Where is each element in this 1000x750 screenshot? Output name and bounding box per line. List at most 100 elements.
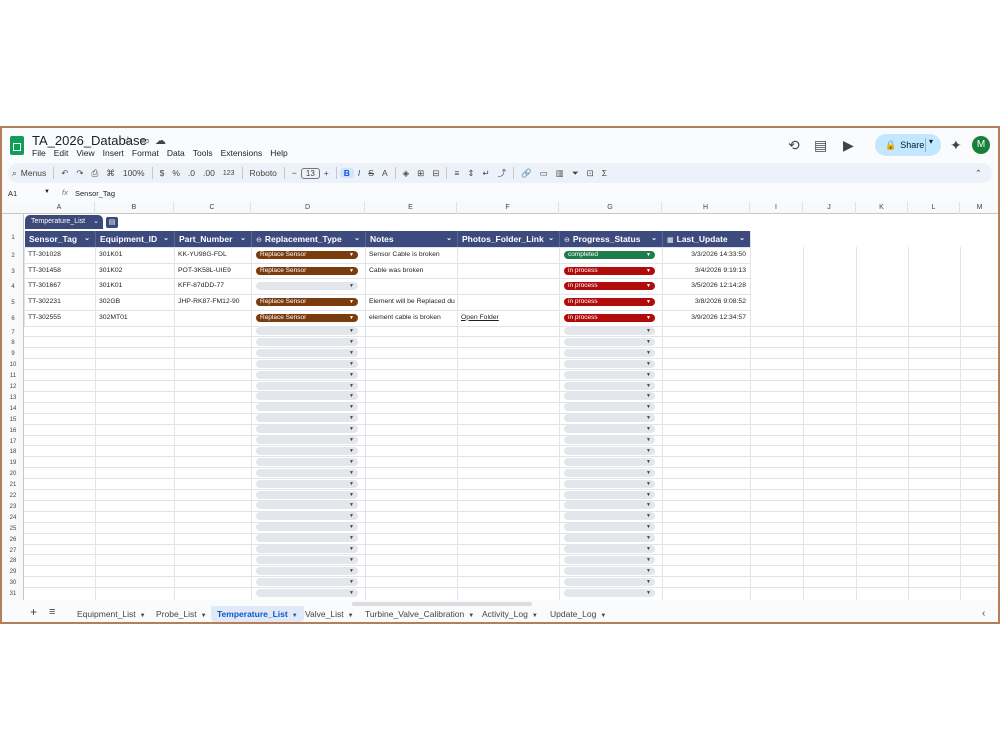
- replacement-type-dropdown[interactable]: ▼: [256, 436, 358, 444]
- dropdown-arrow-icon[interactable]: ▼: [646, 458, 651, 466]
- dropdown-arrow-icon[interactable]: ▼: [349, 382, 354, 390]
- progress-status-dropdown[interactable]: ▼: [564, 545, 655, 553]
- last-update-cell[interactable]: 3/9/2026 12:34:57: [662, 310, 750, 325]
- dropdown-arrow-icon[interactable]: ▼: [349, 458, 354, 466]
- replacement-type-dropdown[interactable]: ▼: [256, 446, 358, 455]
- sheet-tab-turbine-valve-calibration[interactable]: Turbine_Valve_Calibration ▼: [365, 606, 474, 622]
- menu-view[interactable]: View: [76, 148, 94, 158]
- menu-format[interactable]: Format: [132, 148, 159, 158]
- header-photos-folder-link[interactable]: Photos_Folder_Link ⌄: [458, 231, 560, 247]
- header-replacement-type[interactable]: ⊖ Replacement_Type ⌄: [252, 231, 366, 247]
- borders-icon[interactable]: ⊞: [413, 168, 428, 179]
- progress-status-dropdown[interactable]: ▼: [564, 490, 655, 499]
- menu-help[interactable]: Help: [270, 148, 287, 158]
- replacement-type-dropdown[interactable]: Replace Sensor ▼: [256, 298, 358, 307]
- align-horizontal-icon[interactable]: ≡: [450, 168, 463, 178]
- dropdown-arrow-icon[interactable]: ▼: [349, 469, 354, 477]
- notes-cell[interactable]: Sensor Cable is broken: [365, 247, 457, 262]
- currency-button[interactable]: $: [156, 168, 169, 178]
- chevron-down-icon[interactable]: ⌄: [93, 215, 99, 229]
- font-size-decrease-icon[interactable]: −: [288, 168, 301, 178]
- dropdown-arrow-icon[interactable]: ▼: [349, 425, 354, 433]
- chevron-down-icon[interactable]: ⌄: [548, 231, 554, 247]
- replacement-type-dropdown[interactable]: ▼: [256, 403, 358, 412]
- progress-status-dropdown[interactable]: ▼: [564, 425, 655, 434]
- dropdown-arrow-icon[interactable]: ▼: [349, 403, 354, 411]
- replacement-type-dropdown[interactable]: ▼: [256, 337, 358, 346]
- dropdown-arrow-icon[interactable]: ▼: [349, 436, 354, 444]
- equipment-id-cell[interactable]: 302MT01: [95, 310, 174, 325]
- text-wrap-icon[interactable]: ↵: [479, 168, 494, 179]
- equipment-id-cell[interactable]: 302GB: [95, 294, 174, 309]
- equipment-id-cell[interactable]: 301K01: [95, 247, 174, 262]
- progress-status-dropdown[interactable]: completed ▼: [564, 251, 655, 259]
- progress-status-dropdown[interactable]: ▼: [564, 403, 655, 412]
- italic-button[interactable]: I: [354, 168, 364, 178]
- percent-button[interactable]: %: [168, 168, 184, 178]
- row-header[interactable]: 19: [2, 460, 24, 466]
- menu-insert[interactable]: Insert: [103, 148, 124, 158]
- avatar[interactable]: M: [972, 136, 990, 154]
- row-header[interactable]: 4: [2, 284, 24, 290]
- chevron-down-icon[interactable]: ▼: [140, 613, 146, 619]
- replacement-type-dropdown[interactable]: ▼: [256, 534, 358, 543]
- column-header-m[interactable]: M: [960, 202, 998, 214]
- strikethrough-button[interactable]: S: [364, 168, 378, 178]
- progress-status-dropdown[interactable]: in process ▼: [564, 282, 655, 291]
- progress-status-dropdown[interactable]: ▼: [564, 577, 655, 586]
- comment-icon[interactable]: ▭: [536, 168, 552, 179]
- filter-views-icon[interactable]: ⊡: [583, 168, 598, 179]
- dropdown-arrow-icon[interactable]: ▼: [646, 578, 651, 586]
- chevron-down-icon[interactable]: ⌄: [739, 231, 745, 247]
- sensor-tag-cell[interactable]: TT-301028: [24, 247, 95, 262]
- add-sheet-icon[interactable]: +: [30, 604, 37, 620]
- dropdown-arrow-icon[interactable]: ▼: [349, 567, 354, 575]
- header-sensor-tag[interactable]: Sensor_Tag ⌄: [25, 231, 96, 247]
- progress-status-dropdown[interactable]: ▼: [564, 457, 655, 466]
- row-header[interactable]: 21: [2, 482, 24, 488]
- equipment-id-cell[interactable]: 301K02: [95, 263, 174, 278]
- part-number-cell[interactable]: KK-YU98G-FDL: [174, 247, 251, 262]
- column-header-j[interactable]: J: [803, 202, 856, 214]
- replacement-type-dropdown[interactable]: ▼: [256, 501, 358, 510]
- header-part-number[interactable]: Part_Number ⌄: [175, 231, 252, 247]
- row-header[interactable]: 25: [2, 526, 24, 532]
- dropdown-arrow-icon[interactable]: ▼: [646, 371, 651, 379]
- row-header[interactable]: 29: [2, 569, 24, 575]
- sensor-tag-cell[interactable]: TT-302555: [24, 310, 95, 325]
- dropdown-arrow-icon[interactable]: ▼: [349, 523, 354, 531]
- sheet-tab-valve-list[interactable]: Valve_List ▼: [305, 606, 354, 622]
- merge-cells-icon[interactable]: ⊟: [428, 168, 443, 179]
- column-header-h[interactable]: H: [662, 202, 750, 214]
- last-update-cell[interactable]: 3/3/2026 14:33:50: [662, 247, 750, 262]
- fill-color-icon[interactable]: ◈: [399, 168, 414, 179]
- chevron-down-icon[interactable]: ▼: [44, 189, 50, 195]
- dropdown-arrow-icon[interactable]: ▼: [349, 414, 354, 422]
- dropdown-arrow-icon[interactable]: ▼: [349, 251, 354, 259]
- replacement-type-dropdown[interactable]: ▼: [256, 555, 358, 564]
- star-icon[interactable]: ☆: [123, 134, 133, 147]
- row-header[interactable]: 20: [2, 471, 24, 477]
- row-header[interactable]: 12: [2, 384, 24, 390]
- notes-cell[interactable]: Element will be Replaced du: [365, 294, 457, 309]
- sheet-tab-activity-log[interactable]: Activity_Log ▼: [482, 606, 538, 622]
- column-header-l[interactable]: L: [908, 202, 960, 214]
- dropdown-arrow-icon[interactable]: ▼: [646, 382, 651, 390]
- align-vertical-icon[interactable]: ⇕: [463, 168, 478, 179]
- row-header[interactable]: 13: [2, 395, 24, 401]
- row-header[interactable]: 5: [2, 300, 24, 306]
- chevron-down-icon[interactable]: ▼: [600, 613, 606, 619]
- row-header[interactable]: 6: [2, 316, 24, 322]
- filter-icon[interactable]: ⏷: [568, 168, 583, 179]
- row-header[interactable]: 2: [2, 253, 24, 259]
- menu-edit[interactable]: Edit: [54, 148, 69, 158]
- replacement-type-dropdown[interactable]: ▼: [256, 370, 358, 379]
- dropdown-arrow-icon[interactable]: ▼: [646, 338, 651, 346]
- dropdown-arrow-icon[interactable]: ▼: [646, 349, 651, 357]
- replacement-type-dropdown[interactable]: ▼: [256, 545, 358, 553]
- column-header-f[interactable]: F: [457, 202, 559, 214]
- font-size-input[interactable]: 13: [300, 167, 320, 179]
- dropdown-arrow-icon[interactable]: ▼: [646, 414, 651, 422]
- progress-status-dropdown[interactable]: ▼: [564, 566, 655, 575]
- dropdown-arrow-icon[interactable]: ▼: [646, 282, 651, 290]
